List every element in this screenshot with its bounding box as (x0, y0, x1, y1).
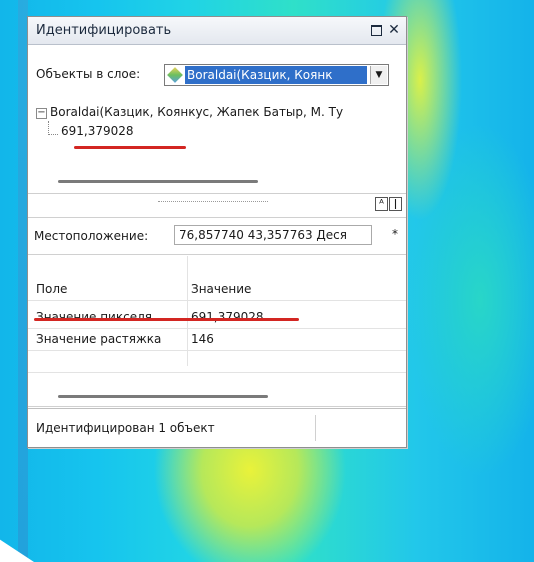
red-annotation-underline-tree (74, 146, 186, 149)
cell-field: Значение растяжка (36, 332, 162, 346)
tree-child-node[interactable]: 691,379028 (61, 124, 134, 138)
maximize-icon[interactable] (368, 22, 384, 38)
table-header-row: Поле Значение (28, 278, 406, 301)
location-label: Местоположение: (34, 229, 149, 243)
layer-row: Объекты в слое: (36, 67, 140, 81)
layer-dropdown[interactable]: Boraldai(Казцик, Коянк ▼ (164, 64, 389, 86)
identify-window: Идентифицировать ✕ Объекты в слое: Boral… (27, 16, 407, 448)
tree-connector (48, 121, 50, 135)
tree-horizontal-scrollbar[interactable] (58, 180, 258, 183)
sort-icon[interactable]: ᴬ (375, 197, 388, 211)
title-bar[interactable]: Идентифицировать ✕ (28, 17, 406, 45)
layer-dropdown-value: Boraldai(Казцик, Коянк (185, 66, 367, 84)
table-horizontal-scrollbar[interactable] (58, 395, 268, 398)
window-title: Идентифицировать (36, 23, 172, 38)
collapse-icon[interactable]: − (36, 108, 47, 119)
tree-root-label: Boraldai(Казцик, Коянкус, Жапек Батыр, М… (50, 105, 344, 119)
splitter-tools: ᴬǀ (374, 197, 402, 211)
layer-label: Объекты в слое: (36, 67, 141, 81)
cell-field: Значение пикселя (36, 310, 152, 324)
header-field[interactable]: Поле (36, 282, 67, 296)
results-tree: − Boraldai(Казцик, Коянкус, Жапек Батыр, … (36, 99, 406, 185)
panel-splitter[interactable]: ᴬǀ (28, 193, 406, 214)
tree-root-node[interactable]: − Boraldai(Казцик, Коянкус, Жапек Батыр, … (36, 105, 343, 119)
header-value[interactable]: Значение (191, 282, 251, 296)
tree-connector-h (48, 134, 58, 135)
location-row: Местоположение: 76,857740 43,357763 Деся… (28, 217, 406, 255)
splitter-grip[interactable] (158, 201, 268, 204)
info-icon[interactable]: ǀ (389, 197, 402, 211)
chevron-down-icon[interactable]: ▼ (370, 66, 387, 84)
map-nodata-corner (0, 539, 34, 562)
red-annotation-underline-pixel (34, 318, 299, 321)
attributes-table: Поле Значение Значение пикселя 691,37902… (28, 256, 406, 407)
close-icon[interactable]: ✕ (386, 22, 402, 38)
table-row-empty (28, 350, 406, 373)
cell-value: 691,379028 (191, 310, 264, 324)
location-field[interactable]: 76,857740 43,357763 Деся (174, 225, 372, 245)
status-bar: Идентифицирован 1 объект (28, 408, 406, 447)
cell-value: 146 (191, 332, 214, 346)
location-units-button[interactable]: * (392, 227, 398, 241)
raster-layer-icon (167, 67, 183, 83)
status-text: Идентифицирован 1 объект (36, 421, 215, 435)
table-row[interactable]: Значение растяжка 146 (28, 328, 406, 351)
status-divider (315, 415, 316, 441)
